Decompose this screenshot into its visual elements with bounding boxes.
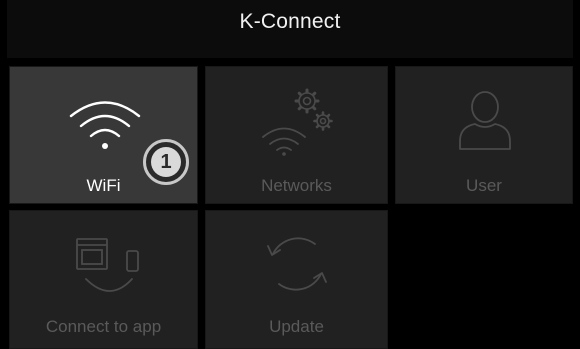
wifi-icon xyxy=(69,101,141,149)
tile-connect-to-app[interactable]: Connect to app xyxy=(9,210,198,349)
tile-connect-to-app-label: Connect to app xyxy=(45,317,162,336)
refresh-icon xyxy=(267,237,327,291)
page-title: K-Connect xyxy=(239,10,341,33)
empty-grid-cell xyxy=(395,210,573,349)
tile-wifi[interactable]: WiFi 1 xyxy=(9,66,198,204)
menu-grid: WiFi 1 Networks User Connect to app Upda… xyxy=(7,66,573,349)
network-settings-icon xyxy=(262,88,333,156)
tile-update-label: Update xyxy=(269,317,324,336)
tile-user[interactable]: User xyxy=(395,66,573,204)
step-number: 1 xyxy=(151,147,181,177)
step-number-badge: 1 xyxy=(143,139,189,185)
k-connect-screen: K-Connect WiFi 1 Networks User Connect t… xyxy=(0,0,580,349)
tile-user-label: User xyxy=(466,176,502,195)
tile-networks-label: Networks xyxy=(261,176,332,195)
title-bar: K-Connect xyxy=(7,0,573,58)
tile-networks[interactable]: Networks xyxy=(205,66,388,204)
tile-update[interactable]: Update xyxy=(205,210,388,349)
oven-phone-icon xyxy=(76,238,139,292)
user-icon xyxy=(459,91,511,150)
